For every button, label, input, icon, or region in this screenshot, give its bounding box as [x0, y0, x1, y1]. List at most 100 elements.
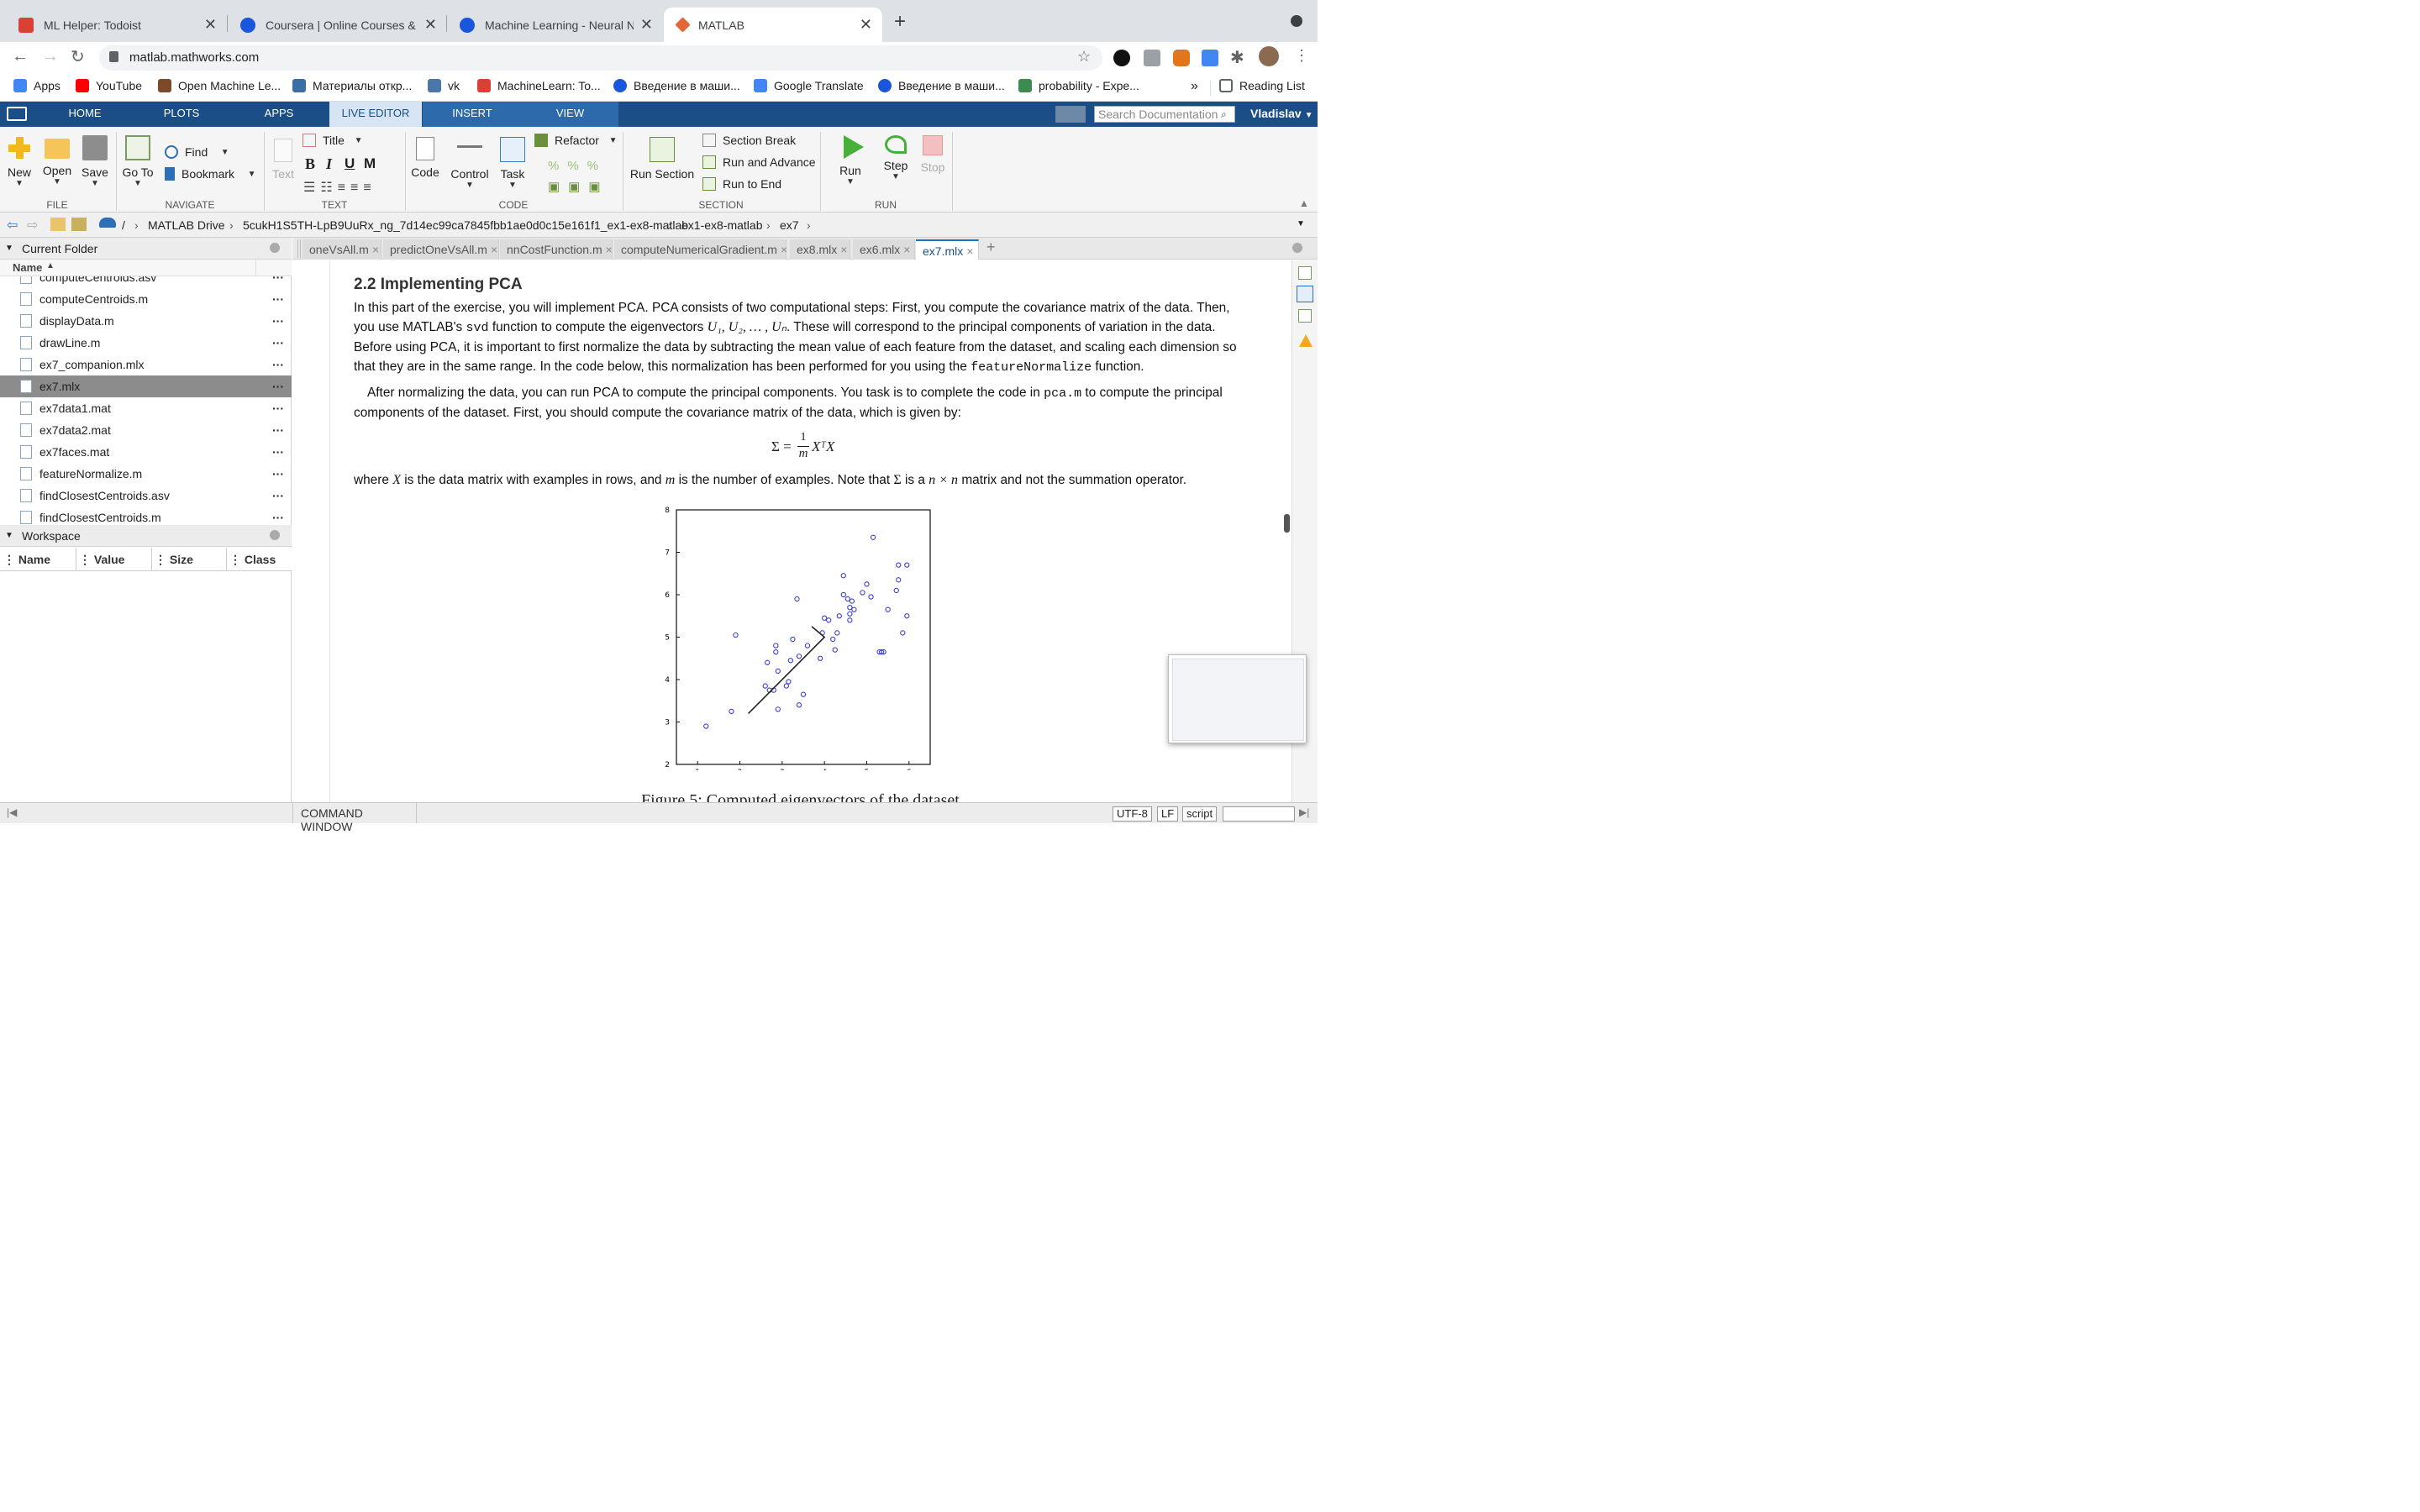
close-icon[interactable]: × [491, 243, 497, 256]
file-row[interactable]: computeCentroids.m ··· [0, 288, 292, 310]
hide-code-icon[interactable] [1298, 309, 1312, 323]
back-arrow-icon[interactable]: ⇦ [7, 217, 18, 234]
screenshot-thumbnail-preview[interactable] [1168, 654, 1307, 743]
open-button[interactable]: Open ▼ [42, 135, 72, 186]
extensions-puzzle-icon[interactable]: ✱ [1230, 47, 1244, 68]
editor-tab-ex7-active[interactable]: ex7.mlx × [916, 239, 979, 260]
browser-tab-matlab[interactable]: MATLAB ✕ [664, 8, 882, 42]
path-project-folder[interactable]: 5cukH1S5TH-LpB9UuRx_ng_7d14ec99ca7845fbb… [243, 218, 688, 232]
close-tab-icon[interactable]: ✕ [204, 16, 217, 34]
browser-tab-coursera[interactable]: Coursera | Online Courses & Cr ✕ [227, 8, 447, 42]
title-style-dropdown[interactable]: Title ▼ [302, 134, 363, 147]
workspace-col-value[interactable]: ⋮ Value [79, 553, 124, 567]
step-button[interactable]: Step ▼ [879, 135, 913, 181]
profile-avatar[interactable] [1259, 46, 1279, 66]
file-row-selected[interactable]: ex7.mlx ··· [0, 375, 292, 397]
close-tab-icon[interactable]: ✕ [424, 16, 437, 34]
refactor-button[interactable]: Refactor ▼ [534, 134, 618, 147]
bookmark-vk[interactable]: vk [428, 79, 460, 92]
more-options-icon[interactable]: ··· [272, 276, 284, 288]
collapse-right-icon[interactable]: ▶| [1299, 806, 1309, 818]
output-right-icon[interactable] [1297, 286, 1313, 302]
text-button[interactable]: Text [269, 139, 297, 181]
close-icon[interactable]: × [606, 243, 613, 256]
extension-js-icon[interactable] [1144, 50, 1160, 66]
bookmark-machinelearn[interactable]: MachineLearn: To... [477, 79, 601, 92]
bookmark-intro-ml-2[interactable]: Введение в маши... [878, 79, 1005, 92]
tab-insert[interactable]: INSERT [423, 102, 522, 127]
bookmark-apps[interactable]: Apps [13, 79, 60, 92]
more-options-icon[interactable]: ··· [272, 507, 284, 525]
close-icon[interactable]: × [966, 244, 973, 258]
new-button[interactable]: New ▼ [5, 135, 34, 188]
panel-options-icon[interactable] [270, 243, 280, 253]
section-break-button[interactable]: Section Break [702, 134, 796, 147]
file-row[interactable]: ex7_companion.mlx ··· [0, 354, 292, 375]
more-options-icon[interactable]: ··· [272, 485, 284, 507]
reload-icon[interactable]: ↻ [71, 46, 85, 67]
path-matlab-drive[interactable]: MATLAB Drive [148, 218, 225, 232]
close-tab-icon[interactable]: ✕ [860, 16, 872, 34]
close-icon[interactable]: × [781, 243, 787, 256]
tab-plots[interactable]: PLOTS [150, 102, 213, 127]
google-translate-icon[interactable] [1202, 50, 1218, 66]
forward-icon[interactable]: → [42, 47, 59, 66]
bookmark-intro-ml-1[interactable]: Введение в маши... [613, 79, 740, 92]
back-icon[interactable]: ← [12, 47, 29, 66]
name-column-header[interactable]: Name ▲ [0, 260, 292, 276]
close-tab-icon[interactable]: ✕ [640, 16, 653, 34]
more-options-icon[interactable]: ··· [272, 463, 284, 485]
bold-button[interactable]: B [305, 155, 315, 173]
editor-tab-nncostfunction[interactable]: nnCostFunction.m × [500, 239, 613, 260]
tab-search-icon[interactable] [1291, 15, 1302, 27]
tab-apps[interactable]: APPS [249, 102, 309, 127]
file-row[interactable]: findClosestCentroids.m ··· [0, 507, 292, 525]
matlab-window-icon[interactable] [7, 107, 27, 121]
file-row[interactable]: ex7data2.mat ··· [0, 419, 292, 441]
collapse-left-icon[interactable]: |◀ [7, 806, 17, 818]
collapse-icon[interactable]: ▼ [5, 525, 13, 547]
file-row[interactable]: ex7data1.mat ··· [0, 397, 292, 419]
editor-tab-ex6[interactable]: ex6.mlx × [853, 239, 915, 260]
browser-tab-machine-learning[interactable]: Machine Learning - Neural Net ✕ [446, 8, 663, 42]
bookmark-youtube[interactable]: YouTube [76, 79, 142, 92]
command-window-toggle[interactable]: COMMAND WINDOW [292, 803, 417, 833]
comment-icons[interactable]: %%% [548, 159, 607, 173]
collapse-icon[interactable]: ▼ [5, 238, 13, 260]
workspace-col-size[interactable]: ⋮ Size [155, 553, 193, 567]
tab-live-editor[interactable]: LIVE EDITOR [329, 102, 422, 127]
more-options-icon[interactable]: ··· [272, 419, 284, 441]
monospace-button[interactable]: M [364, 155, 376, 172]
search-icon[interactable]: ⌕ [1221, 108, 1227, 121]
list-align-icons[interactable]: ☰☷≡≡≡ [303, 179, 376, 196]
more-options-icon[interactable]: ··· [272, 441, 284, 463]
file-row[interactable]: drawLine.m ··· [0, 332, 292, 354]
workspace-col-name[interactable]: ⋮ Name [3, 553, 50, 567]
file-row[interactable]: computeCentroids.asv ··· [0, 276, 292, 288]
search-documentation-field[interactable]: Search Documentation ⌕ [1094, 106, 1235, 123]
panel-options-icon[interactable] [270, 530, 280, 540]
more-options-icon[interactable]: ··· [272, 397, 284, 419]
more-options-icon[interactable]: ··· [272, 375, 284, 397]
save-button[interactable]: Save ▼ [80, 135, 110, 188]
tab-view[interactable]: VIEW [522, 102, 618, 127]
url-text[interactable]: matlab.mathworks.com [129, 50, 259, 65]
bookmark-button[interactable]: Bookmark ▼ [165, 167, 256, 181]
code-button[interactable]: Code [410, 137, 440, 179]
path-history-dropdown-icon[interactable]: ▼ [1297, 219, 1305, 228]
path-ex7[interactable]: ex7 [780, 218, 799, 232]
bookmarks-overflow-button[interactable]: » [1191, 79, 1198, 94]
browse-folder-icon[interactable] [71, 218, 87, 231]
more-options-icon[interactable]: ··· [272, 310, 284, 332]
path-ex1-ex8[interactable]: ex1-ex8-matlab [681, 218, 763, 232]
document-scrollbar-thumb[interactable] [1284, 514, 1290, 533]
close-icon[interactable]: × [840, 243, 847, 256]
editor-tab-onevsall[interactable]: oneVsAll.m × [302, 239, 381, 260]
star-icon[interactable]: ☆ [1077, 48, 1091, 66]
close-icon[interactable]: × [903, 243, 910, 256]
task-button[interactable]: Task ▼ [496, 137, 529, 190]
output-inline-icon[interactable] [1298, 266, 1312, 280]
path-root[interactable]: / [122, 218, 125, 232]
omnibox[interactable]: matlab.mathworks.com ☆ [99, 45, 1102, 71]
more-options-icon[interactable]: ··· [272, 332, 284, 354]
